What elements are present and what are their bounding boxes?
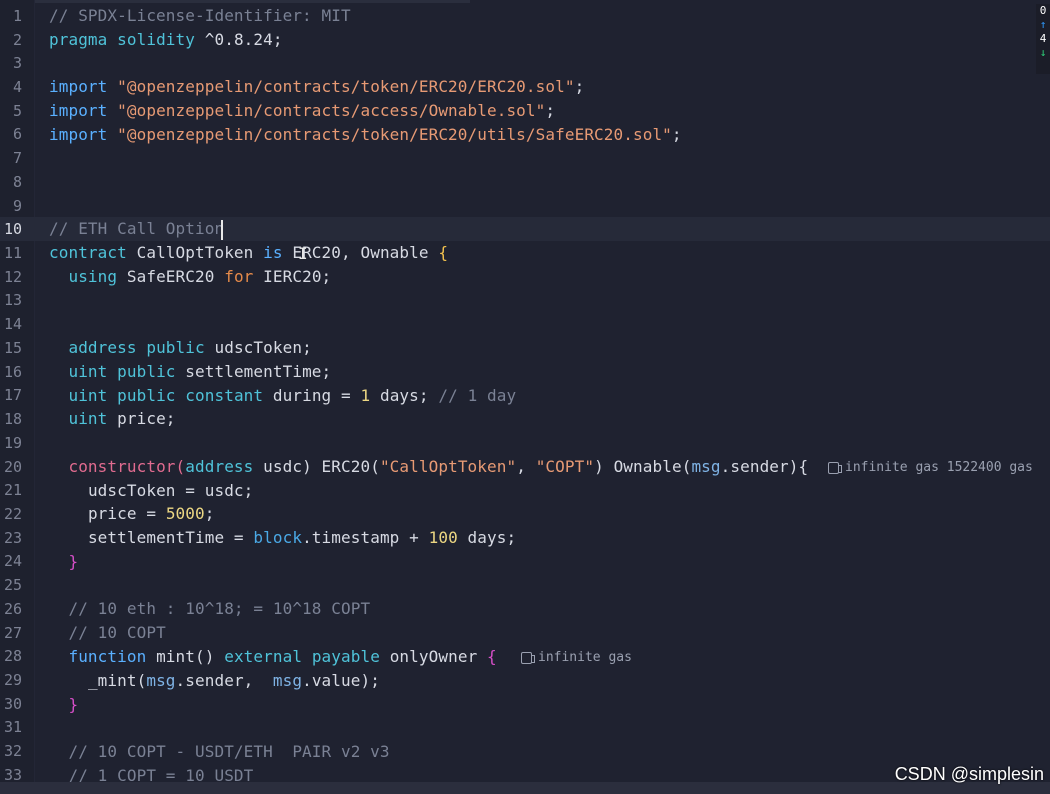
code-line-18: uint price;	[68, 409, 176, 428]
code-line-17: uint public constant during = 1 days; //…	[68, 386, 517, 405]
line-row: 14	[0, 312, 1050, 336]
editor-tab-strip-edge	[0, 0, 470, 3]
line-row: 8	[0, 170, 1050, 194]
code-line-32: // 10 COPT - USDT/ETH PAIR v2 v3	[68, 742, 390, 761]
line-row: 31	[0, 716, 1050, 740]
line-number: 12	[3, 267, 22, 286]
arrow-down-icon: ↓	[1039, 46, 1047, 59]
line-number: 3	[12, 54, 22, 73]
line-number: 20	[3, 457, 22, 476]
line-number: 22	[3, 504, 22, 523]
code-line-5: import "@openzeppelin/contracts/access/O…	[49, 101, 556, 120]
horizontal-scrollbar[interactable]	[0, 782, 1050, 794]
code-line-27: // 10 COPT	[68, 623, 166, 642]
code-line-24: }	[68, 552, 79, 571]
line-row: 24	[0, 550, 1050, 574]
line-number: 9	[12, 196, 22, 215]
line-number: 4	[12, 78, 22, 96]
code-line-20: constructor(address usdc) ERC20("CallOpt…	[68, 457, 809, 476]
code-line-15: address public udscToken;	[68, 338, 312, 357]
mouse-ibeam-icon: I	[298, 244, 308, 263]
line-number: 25	[3, 576, 22, 595]
line-number: 13	[3, 291, 22, 310]
code-line-21: udscToken = usdc;	[87, 481, 254, 500]
line-number: 7	[12, 149, 22, 168]
line-number: 1	[12, 6, 22, 25]
code-line-30: }	[68, 695, 79, 714]
line-number: 26	[3, 599, 22, 618]
watermark: CSDN @simplesin	[894, 764, 1044, 784]
line-number: 2	[12, 30, 22, 49]
line-row: 13	[0, 289, 1050, 313]
code-line-4: import "@openzeppelin/contracts/token/ER…	[49, 77, 585, 96]
line-number: 14	[3, 315, 22, 334]
text-cursor	[221, 220, 223, 240]
code-line-28: function mint() external payable onlyOwn…	[68, 647, 497, 666]
line-number: 18	[3, 410, 22, 429]
line-number: 11	[3, 244, 22, 263]
gas-pump-icon	[521, 651, 535, 664]
code-line-29: _mint(msg.sender, msg.value);	[87, 671, 380, 690]
code-line-12: using SafeERC20 for IERC20;	[68, 267, 332, 286]
line-number: 15	[3, 338, 22, 357]
line-row: 30	[0, 692, 1050, 716]
line-number: 21	[3, 481, 22, 500]
line-row: 7	[0, 146, 1050, 170]
arrow-up-icon: ↑	[1039, 18, 1047, 31]
line-number: 23	[3, 528, 22, 547]
line-row: 25	[0, 573, 1050, 597]
line-number: 32	[3, 742, 22, 761]
line-number: 29	[3, 671, 22, 689]
line-number: 28	[3, 647, 22, 666]
code-line-26: // 10 eth : 10^18; = 10^18 COPT	[68, 599, 371, 618]
line-number: 10	[3, 220, 22, 239]
code-line-23: settlementTime = block.timestamp + 100 d…	[87, 528, 517, 547]
code-line-2: pragma solidity ^0.8.24;	[49, 30, 283, 49]
code-line-22: price = 5000;	[87, 504, 215, 523]
line-number: 6	[12, 125, 22, 144]
line-number: 31	[3, 718, 22, 737]
line-row: 19	[0, 431, 1050, 455]
line-row: 9	[0, 194, 1050, 218]
gas-pump-icon	[828, 461, 842, 474]
gas-estimate-hint: infinite gas 1522400 gas	[828, 460, 1033, 475]
line-number: 30	[3, 694, 22, 713]
code-line-6: import "@openzeppelin/contracts/token/ER…	[49, 125, 682, 144]
gas-estimate-hint-mint: infinite gas	[521, 650, 632, 665]
source-control-badge[interactable]: 0 ↑ 4 ↓	[1036, 4, 1050, 74]
code-editor[interactable]: 1 2 3 4 5 6 7 8 9 10 11 12 13 14 15 16 17 18 19 20 21 22 23 24 2…	[0, 0, 1050, 785]
line-row: 3	[0, 51, 1050, 75]
line-number: 17	[3, 386, 22, 405]
code-line-11: contract CallOptToken is ERC20, Ownable …	[49, 243, 449, 262]
line-number: 5	[12, 101, 22, 120]
code-line-1: // SPDX-License-Identifier: MIT	[49, 6, 351, 25]
line-number: 16	[3, 362, 22, 381]
code-line-16: uint public settlementTime;	[68, 362, 332, 381]
code-line-10: // ETH Call Option	[49, 219, 225, 238]
line-number: 19	[3, 433, 22, 452]
line-number: 24	[3, 552, 22, 571]
line-number: 27	[3, 623, 22, 642]
line-number: 8	[12, 172, 22, 191]
